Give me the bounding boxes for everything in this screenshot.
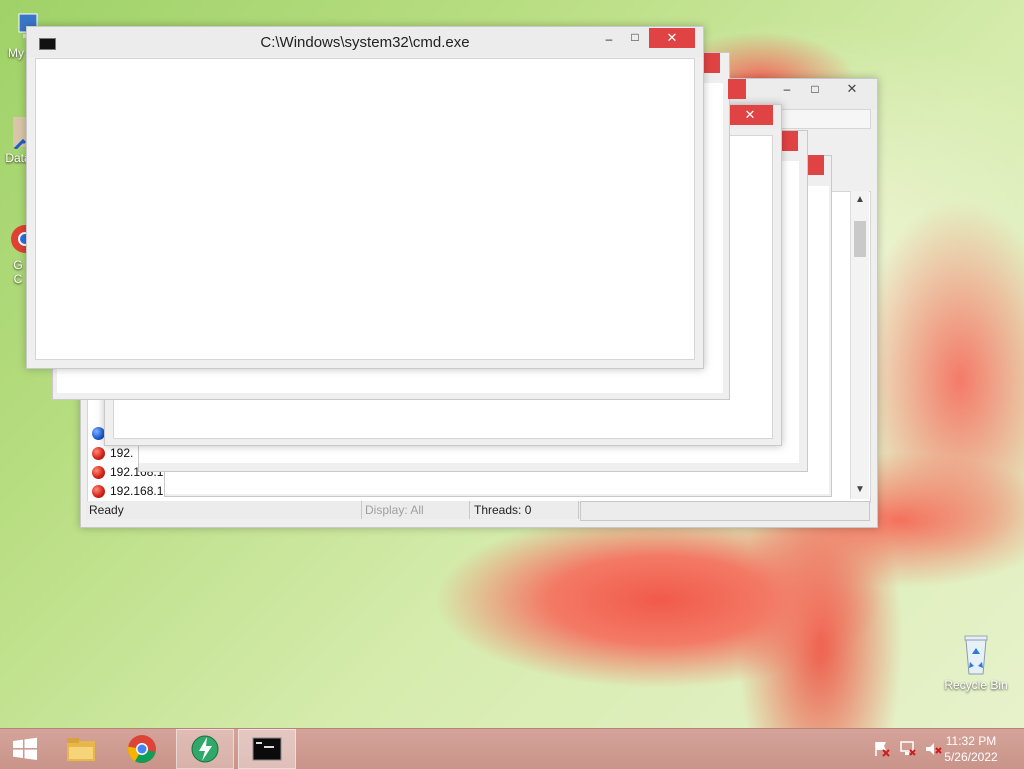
- recycle-bin-icon: [959, 630, 993, 676]
- status-threads: Threads: 0: [471, 501, 579, 519]
- taskbar-clock[interactable]: 11:32 PM 5/26/2022: [936, 733, 1006, 765]
- close-button[interactable]: [780, 131, 798, 151]
- close-button[interactable]: ✕: [829, 79, 875, 99]
- list-item[interactable]: 192.168.1: [92, 482, 163, 500]
- desktop-icon-label: Recycle Bin: [944, 678, 1008, 692]
- desktop-icon-recycle-bin[interactable]: Recycle Bin: [942, 630, 1010, 692]
- close-button[interactable]: ✕: [727, 105, 773, 125]
- vertical-scrollbar[interactable]: ▲ ▼: [850, 191, 869, 499]
- close-button[interactable]: [806, 155, 824, 175]
- taskbar-file-explorer[interactable]: [52, 729, 110, 769]
- close-button[interactable]: [702, 53, 720, 73]
- list-item[interactable]: 192.: [92, 444, 133, 462]
- console-area[interactable]: [35, 58, 695, 360]
- chrome-icon: [127, 735, 156, 763]
- clock-time: 11:32 PM: [945, 734, 997, 748]
- status-dot-icon: [92, 446, 105, 460]
- minimize-button[interactable]: –: [595, 29, 623, 49]
- scroll-down-icon[interactable]: ▼: [851, 481, 869, 499]
- windows-logo-icon: [13, 737, 37, 760]
- system-tray: [872, 729, 944, 769]
- list-item-ip: 192.168.1: [110, 484, 164, 498]
- close-button[interactable]: [728, 79, 746, 99]
- action-center-flag-icon[interactable]: [872, 740, 892, 758]
- taskbar-chrome[interactable]: [113, 729, 171, 769]
- clock-date: 5/26/2022: [944, 750, 998, 764]
- start-button[interactable]: [0, 729, 50, 769]
- scroll-up-icon[interactable]: ▲: [851, 191, 869, 209]
- maximize-button[interactable]: □: [801, 79, 829, 99]
- status-ready: Ready: [86, 501, 362, 519]
- cmd-icon: [252, 737, 282, 761]
- folder-icon: [67, 738, 95, 761]
- taskbar-network-app[interactable]: [176, 729, 234, 769]
- minimize-button[interactable]: –: [773, 79, 801, 99]
- maximize-button[interactable]: □: [621, 27, 649, 47]
- cmd-window[interactable]: C:\Windows\system32\cmd.exe – □ ✕: [26, 26, 704, 369]
- taskbar-cmd[interactable]: [238, 729, 296, 769]
- network-icon[interactable]: [897, 740, 919, 758]
- close-button[interactable]: ✕: [649, 28, 695, 48]
- scroll-thumb[interactable]: [854, 221, 866, 257]
- status-empty: [580, 501, 870, 521]
- lightning-globe-icon: [191, 735, 219, 763]
- status-dot-icon: [92, 465, 105, 479]
- list-item-ip: 192.: [110, 446, 134, 460]
- status-bar: Ready Display: All Threads: 0: [86, 501, 870, 521]
- status-dot-icon: [92, 484, 105, 498]
- status-display: Display: All: [362, 501, 470, 519]
- taskbar: 11:32 PM 5/26/2022: [0, 728, 1024, 769]
